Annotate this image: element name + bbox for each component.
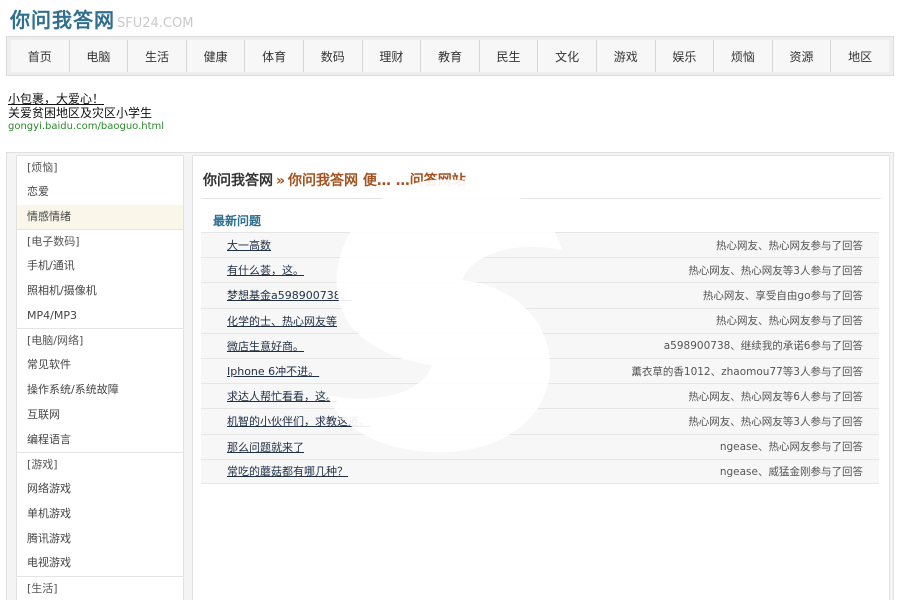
sidebar-category-heading[interactable]: [电脑/网络] [17,329,183,353]
question-answerers: 热心网友、热心网友等6人参与了回答 [688,390,863,403]
question-row: 机智的小伙伴们，求教这道。 热心网友、热心网友等3人参与了回答 [201,408,879,434]
nav-item[interactable]: 健康 [186,40,246,72]
question-title-link[interactable]: 梦想基金a598900738、 [227,287,352,303]
question-answerers: 热心网友、热心网友等3人参与了回答 [688,415,863,428]
nav-item[interactable]: 民生 [479,40,539,72]
ad-url-link[interactable]: gongyi.baidu.com/baoguo.html [8,120,164,134]
question-row: 求达人帮忙看看，这。 热心网友、热心网友等6人参与了回答 [201,383,879,409]
question-row: 梦想基金a598900738、 热心网友、享受自由go参与了回答 [201,282,879,308]
sidebar-item[interactable]: 电视游戏 [17,551,183,576]
logo-brand: 你问我答网 [10,8,115,32]
question-answerers: ngease、热心网友参与了回答 [719,441,863,454]
nav-item[interactable]: 生活 [128,40,187,72]
ad-description: 关爱贫困地区及灾区小学生 [8,106,153,120]
nav-item[interactable]: 文化 [538,40,597,72]
nav-item[interactable]: 理财 [362,40,422,72]
question-list: 大一高数 热心网友、热心网友参与了回答 有什么荟，这。 热心网友、热心网友等3人参与了… [201,232,879,484]
nav-item[interactable]: 首页 [11,40,70,72]
sidebar-item[interactable]: 常见软件 [17,353,183,378]
nav-item[interactable]: 资源 [772,40,832,72]
question-row: 那么问题就来了 ngease、热心网友参与了回答 [201,433,879,459]
question-title-link[interactable]: 求达人帮忙看看，这。 [227,388,337,404]
nav-item[interactable]: 地区 [831,40,889,72]
sidebar-item[interactable]: 照相机/摄像机 [17,279,183,304]
ad-title-link[interactable]: 小包裹，大爱心！ [8,92,164,106]
sidebar-item[interactable]: 互联网 [17,403,183,428]
question-answerers: 薰衣草的香1012、zhaomou77等3人参与了回答 [631,365,863,378]
main-nav: 首页 电脑 生活 健康 体育 数码 理财 教育 民生 文化 游戏 娱乐 烦恼 资源 地区 [6,36,894,76]
question-answerers: ngease、威猛金刚参与了回答 [719,465,863,478]
sidebar-item[interactable]: 网络游戏 [17,477,183,502]
question-title-link[interactable]: 机智的小伙伴们，求教这道。 [227,413,370,429]
sidebar-item[interactable]: 单机游戏 [17,502,183,527]
sidebar-category: [电脑/网络] 常见软件 操作系统/系统故障 互联网 编程语言 [17,329,183,454]
question-answerers: 热心网友、享受自由go参与了回答 [702,289,863,302]
nav-item[interactable]: 游戏 [596,40,656,72]
section-title: 最新问题 [213,214,262,228]
nav-item[interactable]: 教育 [421,40,480,72]
nav-item[interactable]: 数码 [303,40,363,72]
sidebar-item[interactable]: 编程语言 [17,428,183,453]
question-answerers: 热心网友、热心网友参与了回答 [716,239,863,252]
sidebar-category-heading[interactable]: [生活] [17,577,183,600]
sidebar-category-heading[interactable]: [电子数码] [17,230,183,254]
question-answerers: 热心网友、热心网友等3人参与了回答 [688,264,863,277]
question-row: 微店生意好商。 a598900738、继续我的承诺6参与了回答 [201,332,879,358]
question-title-link[interactable]: 微店生意好商。 [227,338,304,354]
breadcrumb-separator: » [276,173,286,189]
category-sidebar: [烦恼] 恋爱 情感情绪 [电子数码] 手机/通讯 照相机/摄像机 MP4/MP3 [电脑/网… [16,155,184,600]
sidebar-category-heading[interactable]: [烦恼] [17,156,183,180]
question-answerers: 热心网友、热心网友参与了回答 [716,315,863,328]
sidebar-category: [烦恼] 恋爱 情感情绪 [17,156,183,231]
breadcrumb-current[interactable]: 你问我答网 便… …问答网站 [288,173,466,189]
nav-item[interactable]: 娱乐 [655,40,715,72]
site-logo[interactable]: 你问我答网 SFU24.COM [10,4,194,32]
sidebar-category: [游戏] 网络游戏 单机游戏 腾讯游戏 电视游戏 [17,453,183,577]
nav-item[interactable]: 烦恼 [714,40,773,72]
question-row: 有什么荟，这。 热心网友、热心网友等3人参与了回答 [201,257,879,283]
nav-item[interactable]: 电脑 [69,40,129,72]
content-frame: [烦恼] 恋爱 情感情绪 [电子数码] 手机/通讯 照相机/摄像机 MP4/MP3 [电脑/网… [6,152,894,600]
question-title-link[interactable]: Iphone 6冲不进。 [227,363,319,379]
question-row: Iphone 6冲不进。 薰衣草的香1012、zhaomou77等3人参与了回答 [201,357,879,384]
main-panel: 你问我答网» 你问我答网 便… …问答网站 最新问题 大一高数热心网友、热心网友参… [192,155,890,600]
question-row: 常吃的蘑菇都有哪几种？ ngease、威猛金刚参与了回答 [201,458,879,484]
question-row: 化学的士、热心网友等 热心网友、热心网友参与了回答 [201,307,879,333]
question-row: 大一高数 热心网友、热心网友参与了回答 [201,232,879,258]
question-title-link[interactable]: 化学的士、热心网友等 [227,313,337,329]
sidebar-item[interactable]: 恋爱 [17,180,183,205]
ad-block: 小包裹，大爱心！ 关爱贫困地区及灾区小学生 gongyi.baidu.com/b… [8,92,164,134]
breadcrumb: 你问我答网» 你问我答网 便… …问答网站 [203,170,466,190]
sidebar-category: [电子数码] 手机/通讯 照相机/摄像机 MP4/MP3 [17,230,183,330]
question-title-link[interactable]: 那么问题就来了 [227,439,304,455]
question-title-link[interactable]: 常吃的蘑菇都有哪几种？ [227,463,348,479]
breadcrumb-divider [201,198,881,199]
sidebar-item[interactable]: MP4/MP3 [17,304,183,329]
question-title-link[interactable]: 有什么荟，这。 [227,262,304,278]
sidebar-item[interactable]: 腾讯游戏 [17,527,183,552]
breadcrumb-home[interactable]: 你问我答网 [203,173,273,189]
question-title-link[interactable]: 大一高数 [227,237,271,253]
sidebar-item[interactable]: 手机/通讯 [17,254,183,279]
sidebar-item[interactable]: 操作系统/系统故障 [17,378,183,403]
sidebar-category-heading[interactable]: [游戏] [17,453,183,477]
sidebar-item[interactable]: 情感情绪 [17,204,183,230]
nav-item[interactable]: 体育 [245,40,304,72]
sidebar-category: [生活] [17,577,183,600]
logo-domain: SFU24.COM [117,16,194,31]
question-answerers: a598900738、继续我的承诺6参与了回答 [663,340,863,353]
